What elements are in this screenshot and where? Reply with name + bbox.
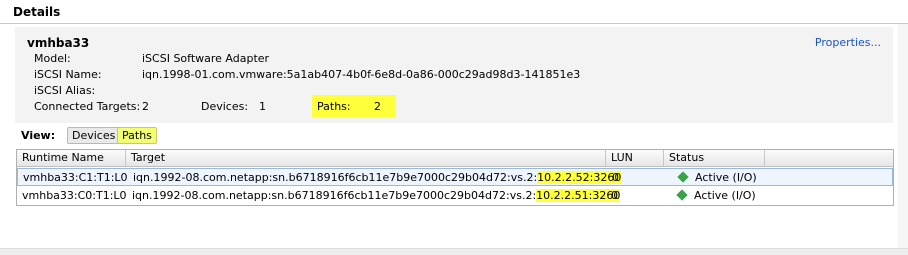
status-cell: Active (I/O) bbox=[673, 187, 756, 204]
model-value: iSCSI Software Adapter bbox=[142, 52, 270, 65]
paths-table: Runtime Name Target LUN Status vmhba33:C… bbox=[16, 149, 894, 206]
model-label: Model: bbox=[34, 52, 71, 65]
devices-value: 1 bbox=[259, 100, 266, 113]
column-header-lun[interactable]: LUN bbox=[606, 150, 664, 166]
active-status-icon bbox=[676, 189, 688, 201]
lun-cell: 0 bbox=[611, 189, 618, 202]
details-title: Details bbox=[13, 5, 61, 19]
connected-targets-label: Connected Targets: bbox=[34, 100, 141, 113]
right-edge-shadow bbox=[898, 24, 908, 248]
iscsi-alias-label: iSCSI Alias: bbox=[34, 84, 96, 97]
iscsi-name-value: iqn.1998-01.com.vmware:5a1ab407-4b0f-6e8… bbox=[142, 68, 581, 81]
active-status-icon bbox=[677, 171, 689, 183]
status-cell: Active (I/O) bbox=[674, 169, 757, 186]
devices-label: Devices: bbox=[201, 100, 249, 113]
column-header-target[interactable]: Target bbox=[126, 150, 606, 166]
target-cell: iqn.1992-08.com.netapp:sn.b6718916f6cb11… bbox=[127, 187, 621, 204]
column-header-status[interactable]: Status bbox=[664, 150, 765, 166]
adapter-name: vmhba33 bbox=[27, 36, 90, 50]
target-prefix: iqn.1992-08.com.netapp:sn.b6718916f6cb11… bbox=[132, 189, 537, 202]
properties-link[interactable]: Properties... bbox=[815, 36, 881, 49]
paths-view-button[interactable]: Paths bbox=[117, 127, 157, 144]
target-cell: iqn.1992-08.com.netapp:sn.b6718916f6cb11… bbox=[128, 169, 622, 186]
table-header: Runtime Name Target LUN Status bbox=[17, 150, 893, 167]
paths-value: 2 bbox=[374, 100, 381, 113]
status-text: Active (I/O) bbox=[694, 189, 756, 202]
runtime-name-cell: vmhba33:C1:T1:L0 bbox=[23, 171, 128, 184]
title-divider bbox=[0, 23, 908, 24]
iscsi-name-label: iSCSI Name: bbox=[34, 68, 102, 81]
runtime-name-cell: vmhba33:C0:T1:L0 bbox=[22, 189, 127, 202]
bottom-scroll-band bbox=[0, 248, 908, 255]
paths-label: Paths: bbox=[317, 100, 351, 113]
connected-targets-value: 2 bbox=[142, 100, 149, 113]
view-label: View: bbox=[21, 129, 56, 142]
devices-view-button[interactable]: Devices bbox=[67, 127, 121, 144]
adapter-details-panel: vmhba33 Properties... Model: iSCSI Softw… bbox=[15, 27, 893, 123]
table-row[interactable]: vmhba33:C0:T1:L0 iqn.1992-08.com.netapp:… bbox=[17, 187, 893, 205]
table-row[interactable]: vmhba33:C1:T1:L0 iqn.1992-08.com.netapp:… bbox=[17, 168, 893, 186]
status-text: Active (I/O) bbox=[695, 171, 757, 184]
target-prefix: iqn.1992-08.com.netapp:sn.b6718916f6cb11… bbox=[133, 171, 538, 184]
lun-cell: 0 bbox=[612, 171, 619, 184]
column-header-runtime-name[interactable]: Runtime Name bbox=[17, 150, 126, 166]
